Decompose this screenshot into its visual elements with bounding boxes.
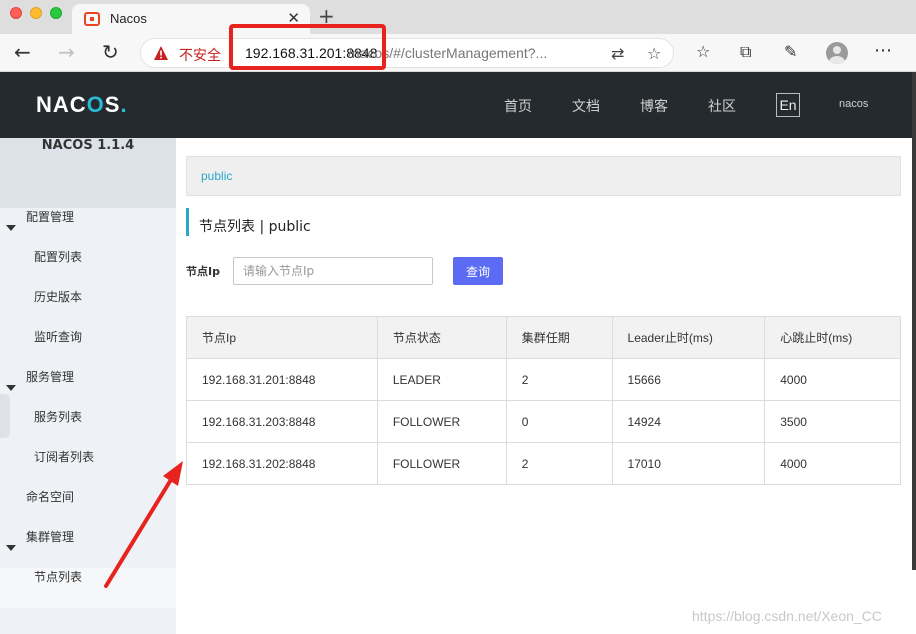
user-name[interactable]: nacos [839,98,868,110]
sidebar-item-history[interactable]: 历史版本 [0,288,176,328]
node-ip-label: 节点Ip [186,265,220,278]
annotation-highlight-box [229,24,386,70]
caret-down-icon [6,385,16,391]
maximize-window-button[interactable] [50,7,62,19]
namespace-bar: public [186,156,901,196]
table-row: 192.168.31.202:8848 FOLLOWER 2 17010 400… [186,442,901,485]
table-cell: 4000 [764,442,901,485]
nacos-logo[interactable]: NACOS. [36,92,128,118]
node-table: 节点Ip 节点状态 集群任期 Leader止时(ms) 心跳止时(ms) 192… [186,316,901,485]
caret-down-icon [6,545,16,551]
table-cell: 2 [505,358,613,401]
sidebar-item-config-list[interactable]: 配置列表 [0,248,176,288]
forward-icon[interactable]: → [58,40,75,64]
table-cell: FOLLOWER [376,400,507,443]
table-cell: 14924 [611,400,766,443]
sidebar-group-config[interactable]: 配置管理 [0,208,176,248]
table-cell: LEADER [376,358,507,401]
sidebar-item-subscriber-list[interactable]: 订阅者列表 [0,448,176,488]
sidebar-title: NACOS 1.1.4 [0,138,176,208]
column-header-cluster-term: 集群任期 [505,316,613,359]
language-switch-button[interactable]: En [776,93,800,117]
tab-title: Nacos [110,11,147,26]
favorites-icon[interactable]: ☆ [696,42,710,61]
close-window-button[interactable] [10,7,22,19]
back-icon[interactable]: ← [14,40,31,64]
app-header: NACOS. 首页 文档 博客 社区 En nacos [0,72,912,138]
security-status-label[interactable]: 不安全 [179,45,221,65]
nav-home[interactable]: 首页 [504,96,532,116]
minimize-window-button[interactable] [30,7,42,19]
collections-icon[interactable]: ⧉ [740,42,751,62]
sidebar-item-service-list[interactable]: 服务列表 [0,408,176,448]
table-row: 192.168.31.201:8848 LEADER 2 15666 4000 [186,358,901,401]
window-edge [912,72,916,570]
warning-icon[interactable] [153,45,169,61]
address-bar[interactable]: 不安全 192.168.31.201:8848 /nacos/#/cluster… [140,38,674,68]
nav-docs[interactable]: 文档 [572,96,600,116]
page-title: 节点列表 | public [199,219,311,235]
column-header-heartbeat-due: 心跳止时(ms) [764,316,901,359]
table-row: 192.168.31.203:8848 FOLLOWER 0 14924 350… [186,400,901,443]
translate-icon[interactable]: ⇄ [611,44,624,63]
column-header-node-state: 节点状态 [376,316,507,359]
feedback-icon[interactable]: ✎ [784,42,797,61]
table-cell: 15666 [611,358,766,401]
sidebar-item-listener-query[interactable]: 监听查询 [0,328,176,368]
query-button[interactable]: 查询 [453,257,503,285]
table-cell: 4000 [764,358,901,401]
sidebar-group-service[interactable]: 服务管理 [0,368,176,408]
table-cell: FOLLOWER [376,442,507,485]
namespace-link-public[interactable]: public [201,169,232,183]
nav-community[interactable]: 社区 [708,96,736,116]
sidebar-item-namespace[interactable]: 命名空间 [0,488,176,528]
title-accent-bar [186,208,189,236]
table-cell: 192.168.31.202:8848 [186,442,378,485]
reload-icon[interactable]: ↻ [102,40,119,64]
nacos-favicon-icon [84,12,100,26]
table-header-row: 节点Ip 节点状态 集群任期 Leader止时(ms) 心跳止时(ms) [186,316,901,359]
watermark-text: https://blog.csdn.net/Xeon_CC [692,608,882,624]
browser-toolbar: ← → ↻ 不安全 192.168.31.201:8848 /nacos/#/c… [0,34,916,72]
table-cell: 192.168.31.201:8848 [186,358,378,401]
star-icon[interactable]: ☆ [647,44,661,63]
browser-tab-bar: Nacos ✕ + [0,0,916,34]
sidebar-group-cluster[interactable]: 集群管理 [0,528,176,568]
profile-icon[interactable] [826,42,848,64]
nav-blog[interactable]: 博客 [640,96,668,116]
table-cell: 17010 [611,442,766,485]
more-icon[interactable]: ⋯ [874,40,892,61]
sidebar: NACOS 1.1.4 配置管理 配置列表 历史版本 监听查询 服务管理 服务列… [0,138,176,634]
column-header-node-ip: 节点Ip [186,316,378,359]
table-cell: 192.168.31.203:8848 [186,400,378,443]
table-cell: 0 [505,400,613,443]
table-cell: 3500 [764,400,901,443]
main-content: public 节点列表 | public 节点Ip 查询 节点Ip 节点状态 集… [176,138,912,634]
column-header-leader-due: Leader止时(ms) [611,316,766,359]
sidebar-group-label: 服务管理 [26,370,75,384]
caret-down-icon [6,225,16,231]
sidebar-item-node-list[interactable]: 节点列表 [0,568,176,608]
sidebar-group-label: 配置管理 [26,210,75,224]
table-cell: 2 [505,442,613,485]
node-ip-input[interactable] [233,257,433,285]
sidebar-group-label: 集群管理 [26,530,75,544]
